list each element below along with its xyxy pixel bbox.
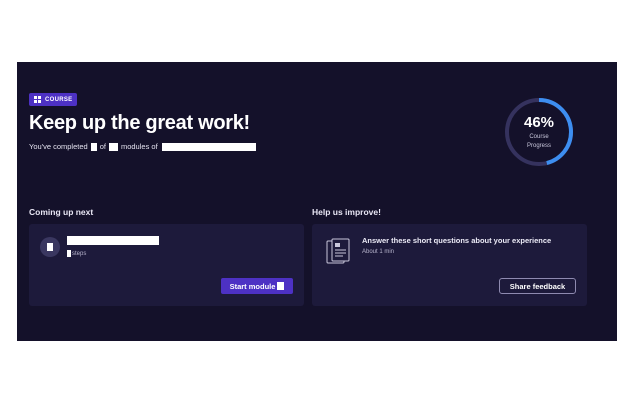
page-title: Keep up the great work! — [29, 112, 250, 134]
course-progress-ring — [505, 98, 573, 166]
survey-document-icon — [326, 238, 350, 264]
progress-label: Course Progress — [503, 133, 575, 151]
grid-icon — [34, 96, 41, 103]
redacted-course-name — [161, 142, 256, 151]
progress-label-line2: Progress — [526, 143, 551, 149]
start-module-button[interactable]: Start module — [221, 278, 293, 294]
redacted-button-suffix — [277, 282, 285, 290]
start-module-label: Start module — [229, 281, 276, 291]
completion-modules-of: modules of — [120, 142, 158, 151]
next-module-card: steps Start module — [29, 224, 304, 306]
course-dashboard-panel: COURSE Keep up the great work! You've co… — [17, 62, 617, 341]
coming-up-heading: Coming up next — [29, 207, 94, 217]
module-steps: steps — [67, 250, 86, 257]
progress-label-line1: Course — [529, 134, 549, 140]
feedback-question: Answer these short questions about your … — [362, 236, 552, 245]
course-badge-label: COURSE — [45, 96, 73, 103]
completion-prefix: You've completed — [29, 142, 88, 151]
redacted-completed-count — [90, 142, 97, 151]
share-feedback-button[interactable]: Share feedback — [499, 278, 576, 294]
redacted-total-count — [108, 142, 118, 151]
module-icon — [40, 237, 60, 257]
feedback-card: Answer these short questions about your … — [312, 224, 587, 306]
progress-percent: 46% — [523, 114, 555, 131]
feedback-heading: Help us improve! — [312, 207, 381, 217]
completion-of: of — [99, 142, 106, 151]
course-badge: COURSE — [29, 93, 78, 106]
steps-label: steps — [72, 250, 87, 257]
redacted-steps-count — [67, 250, 71, 257]
completion-summary: You've completed of modules of — [29, 142, 256, 151]
feedback-duration: About 1 min — [362, 249, 395, 255]
redacted-module-title — [67, 236, 159, 245]
